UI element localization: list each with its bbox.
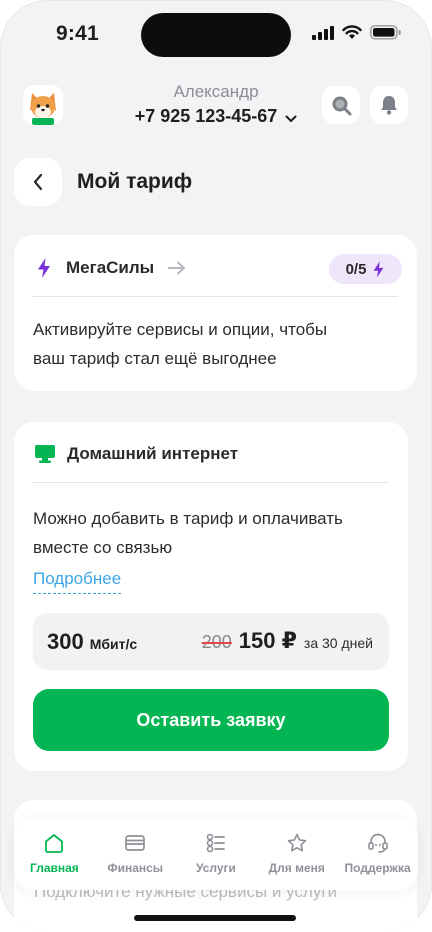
home-icon — [45, 834, 64, 853]
home-indicator[interactable] — [134, 915, 296, 921]
divider — [33, 296, 398, 297]
tab-label: Услуги — [196, 861, 236, 875]
megasily-badge: 0/5 — [329, 254, 402, 284]
home-internet-title: Домашний интернет — [67, 444, 239, 463]
arrow-right-icon — [168, 261, 186, 275]
divider — [33, 482, 389, 483]
status-time: 9:41 — [56, 22, 99, 45]
megasily-description: Активируйте сервисы и опции, чтобы ваш т… — [33, 315, 327, 373]
search-button[interactable] — [322, 86, 360, 124]
new-price: 150 ₽ — [238, 628, 297, 653]
dynamic-island — [141, 13, 291, 57]
wifi-icon — [342, 25, 362, 39]
status-bar: 9:41 — [0, 0, 432, 70]
status-icons — [312, 25, 402, 40]
home-internet-description: Можно добавить в тариф и оплачивать вмес… — [33, 504, 343, 562]
megasily-title: МегаСилы — [66, 258, 155, 277]
page-title: Мой тариф — [77, 170, 193, 193]
user-phone: +7 925 123-45-67 — [134, 106, 278, 126]
old-price: 200 — [201, 632, 232, 652]
tab-for-me[interactable]: Для меня — [256, 818, 337, 890]
home-internet-card: Домашний интернет Можно добавить в тариф… — [14, 422, 408, 771]
wallet-icon — [125, 835, 146, 851]
tab-label: Финансы — [107, 861, 164, 875]
megasily-description-line: ваш тариф стал ещё выгоднее — [33, 349, 277, 368]
tab-label: Для меня — [268, 861, 325, 875]
user-name: Александр — [173, 82, 259, 101]
services-icon — [206, 833, 225, 853]
lightning-icon — [374, 260, 384, 278]
tab-bar: Главная Финансы Услуги Для меня Поддержк… — [14, 818, 418, 890]
price: 200 150 ₽ за 30 дней — [202, 628, 373, 654]
speed: 300 Мбит/с — [47, 629, 137, 655]
price-period: за 30 дней — [303, 635, 373, 651]
lightning-icon — [38, 258, 50, 278]
chevron-down-icon — [285, 107, 297, 128]
search-icon — [332, 96, 352, 116]
notifications-button[interactable] — [370, 86, 408, 124]
battery-icon — [370, 25, 401, 40]
home-internet-description-line: Можно добавить в тариф и оплачивать — [33, 509, 343, 528]
star-icon — [287, 833, 307, 852]
tab-label: Поддержка — [344, 861, 411, 875]
back-button[interactable] — [14, 158, 62, 206]
phone-screen: 9:41 Александр +7 925 123-45-67 Мой тари… — [0, 0, 432, 932]
more-link[interactable]: Подробнее — [33, 569, 122, 594]
tab-finance[interactable]: Финансы — [95, 818, 176, 890]
chevron-left-icon — [33, 173, 43, 191]
signal-icon — [312, 25, 334, 40]
bell-icon — [381, 96, 397, 115]
tab-home[interactable]: Главная — [14, 818, 95, 890]
tab-label: Главная — [29, 861, 79, 875]
megasily-card[interactable]: МегаСилы 0/5 Активируйте сервисы и опции… — [14, 235, 417, 391]
support-icon — [367, 833, 388, 853]
user-phone-selector[interactable]: +7 925 123-45-67 — [0, 106, 432, 128]
home-internet-description-line: вместе со связью — [33, 538, 173, 557]
tab-support[interactable]: Поддержка — [337, 818, 418, 890]
megasily-description-line: Активируйте сервисы и опции, чтобы — [33, 320, 328, 339]
speed-unit: Мбит/с — [89, 636, 138, 652]
tariff-price-box: 300 Мбит/с 200 150 ₽ за 30 дней — [33, 613, 389, 670]
monitor-icon — [35, 445, 55, 463]
megasily-count: 0/5 — [345, 260, 367, 278]
speed-value: 300 — [47, 629, 84, 654]
tab-services[interactable]: Услуги — [176, 818, 257, 890]
submit-request-button[interactable]: Оставить заявку — [33, 689, 389, 751]
home-internet-header: Домашний интернет — [35, 444, 238, 464]
megasily-header[interactable]: МегаСилы — [36, 257, 186, 279]
